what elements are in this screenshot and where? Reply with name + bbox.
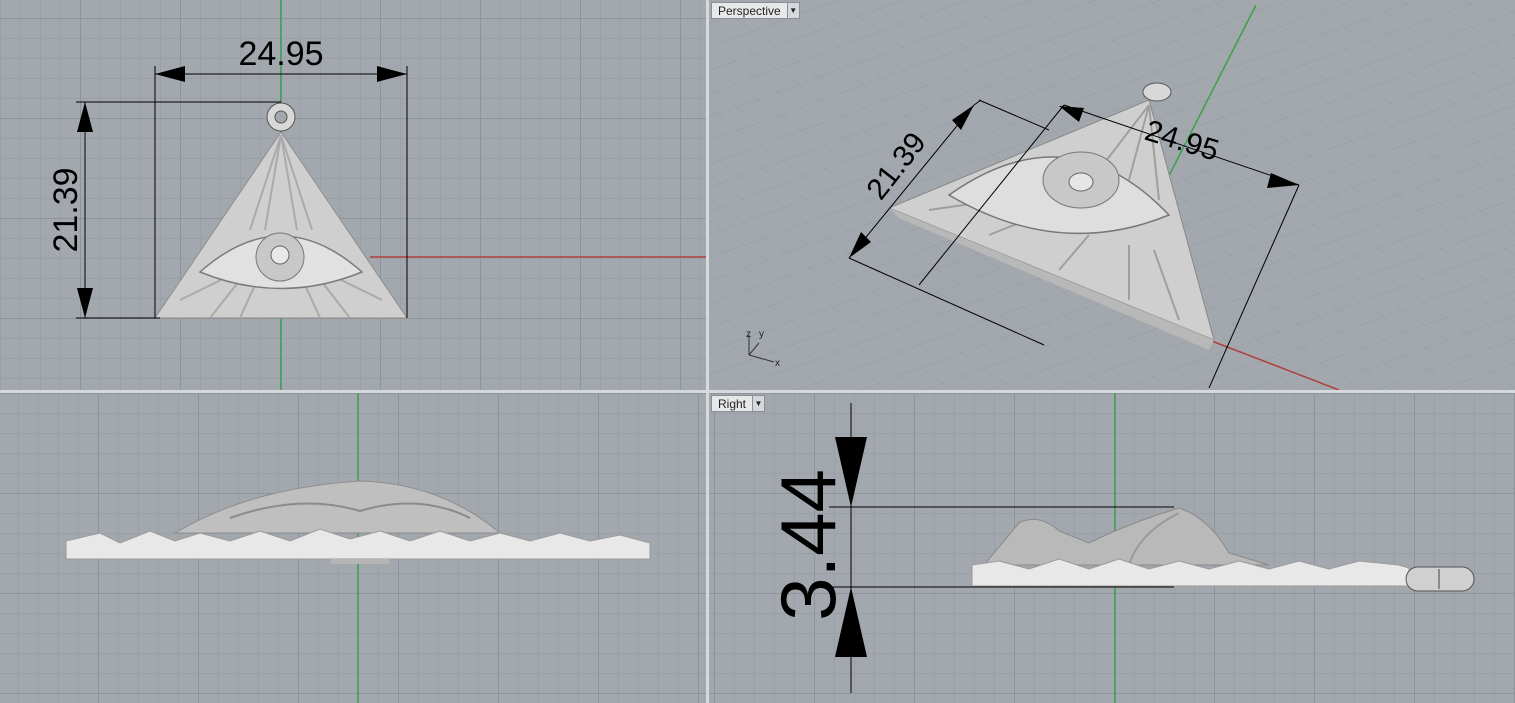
viewport-right[interactable]: 3.44 Right ▼ [709, 393, 1515, 703]
front-view-canvas [65, 393, 651, 703]
dimension-width-text: 24.95 [238, 35, 323, 73]
pendant-model [65, 480, 651, 564]
viewport-label-right[interactable]: Right ▼ [711, 395, 766, 412]
pendant-model [154, 102, 408, 319]
dimension-arrow [155, 66, 185, 82]
viewport-top[interactable]: 24.95 21.39 [0, 0, 706, 390]
viewport-title: Perspective [718, 4, 781, 18]
dimension-thickness-text: 3.44 [764, 469, 852, 621]
axis-label-x: x [775, 358, 780, 369]
right-view-canvas: 3.44 [764, 393, 1475, 703]
chevron-down-icon[interactable]: ▼ [752, 396, 765, 411]
chevron-down-icon[interactable]: ▼ [786, 3, 799, 18]
viewport-front[interactable] [0, 393, 706, 703]
axis-label-y: y [759, 329, 764, 340]
dimension-arrow [77, 288, 93, 318]
pendant-model [971, 507, 1475, 592]
dimension-height-text: 21.39 [47, 167, 85, 252]
top-view-canvas: 24.95 21.39 [47, 0, 706, 390]
axis-label-z: z [746, 329, 751, 340]
dimension-arrow [77, 102, 93, 132]
viewport-perspective[interactable]: 21.39 24.95 z y x Perspective ▼ [709, 0, 1515, 390]
viewport-title: Right [718, 397, 747, 411]
perspective-view-canvas: 21.39 24.95 z y x [709, 0, 1515, 390]
dimension-arrow [377, 66, 407, 82]
viewport-label-perspective[interactable]: Perspective ▼ [711, 2, 800, 19]
